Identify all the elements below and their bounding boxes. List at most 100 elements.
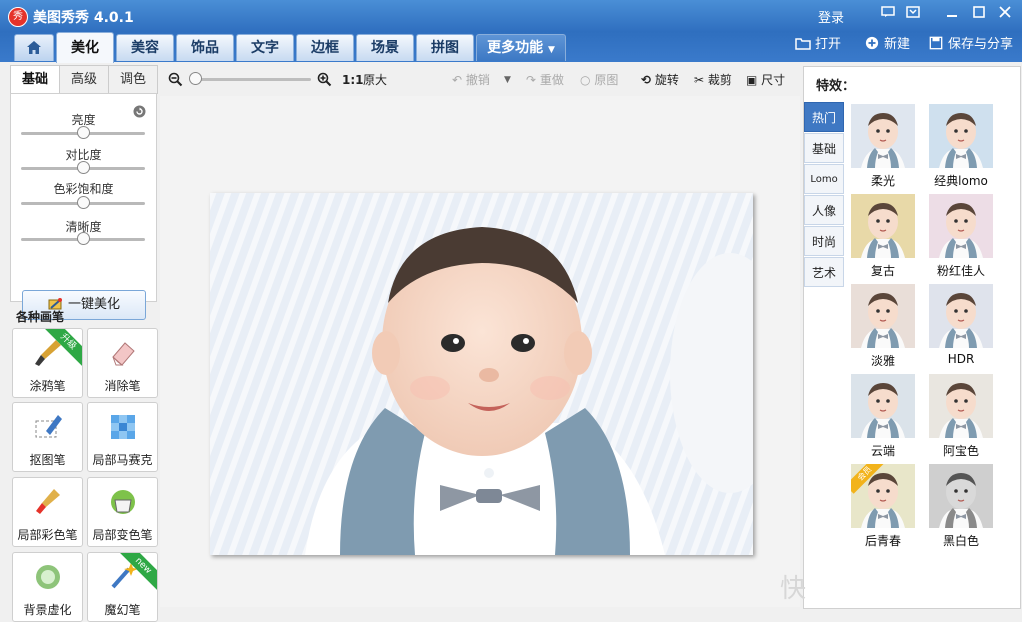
category-hot[interactable]: 热门	[804, 102, 844, 132]
category-basic[interactable]: 基础	[804, 133, 844, 163]
actual-size-ratio[interactable]: 1:1	[342, 72, 364, 88]
effect-label: 柔光	[870, 174, 895, 188]
tool-label: 抠图笔	[29, 453, 66, 467]
tool-label: 消除笔	[104, 379, 141, 393]
resize-button[interactable]: ▣ 尺寸	[746, 72, 785, 88]
undo-label: 撤销	[465, 73, 490, 87]
left-panel: 基础 高级 调色 亮度 对比度 色彩饱和度 清晰度 一键美化 各种画笔 升级 涂…	[10, 65, 158, 622]
tool-local-recolor-pen[interactable]: 局部变色笔	[87, 477, 158, 547]
save-share-button[interactable]: 保存与分享	[928, 36, 1013, 54]
open-button[interactable]: 打开	[795, 36, 841, 54]
rotate-button[interactable]: ⟲ 旋转	[641, 72, 679, 88]
zoom-slider[interactable]	[193, 78, 311, 81]
effect-item[interactable]: 经典lomo	[926, 104, 996, 189]
feedback-icon[interactable]	[878, 6, 898, 24]
tool-label: 涂鸦笔	[29, 379, 66, 393]
original-image-button[interactable]: ○ 原图	[580, 72, 618, 88]
effect-label: 阿宝色	[942, 444, 979, 458]
zoom-slider-knob[interactable]	[189, 72, 202, 85]
category-fashion[interactable]: 时尚	[804, 226, 844, 256]
effects-title: 特效：	[816, 79, 856, 94]
saturation-label: 色彩饱和度	[53, 182, 114, 196]
effect-label: 淡雅	[870, 354, 895, 368]
tab-scene[interactable]: 场景	[356, 34, 414, 61]
tab-text[interactable]: 文字	[236, 34, 294, 61]
category-art[interactable]: 艺术	[804, 257, 844, 287]
tool-local-color-pen[interactable]: 局部彩色笔	[12, 477, 83, 547]
category-lomo[interactable]: Lomo	[804, 164, 844, 194]
tab-more-features[interactable]: 更多功能 ▼	[476, 34, 566, 61]
effect-label: 复古	[870, 264, 895, 278]
login-link[interactable]: 登录	[818, 7, 844, 26]
tool-label: 局部变色笔	[92, 528, 153, 542]
tool-magic-pen[interactable]: new 魔幻笔	[87, 552, 158, 622]
title-bar: 秀 美图秀秀 4.0.1 登录	[0, 0, 1022, 32]
brightness-slider[interactable]	[21, 126, 145, 139]
home-button[interactable]	[14, 34, 54, 61]
effect-item[interactable]: 复古	[848, 194, 918, 279]
tool-eraser-pen[interactable]: 消除笔	[87, 328, 158, 398]
new-label: 新建	[884, 37, 911, 52]
tool-cutout-pen[interactable]: 抠图笔	[12, 402, 83, 472]
effect-item[interactable]: HDR	[926, 284, 996, 366]
tab-face[interactable]: 美容	[116, 34, 174, 61]
resize-icon: ▣	[746, 73, 758, 87]
tab-beautify[interactable]: 美化	[56, 32, 114, 63]
chevron-down-icon: ▼	[547, 45, 555, 55]
effect-item[interactable]: 粉红佳人	[926, 194, 996, 279]
effect-label: 后青春	[864, 534, 901, 548]
undo-dropdown-icon[interactable]: ▼	[504, 72, 511, 88]
save-share-label: 保存与分享	[948, 37, 1014, 52]
slider-knob[interactable]	[77, 126, 90, 139]
close-icon[interactable]	[995, 6, 1015, 24]
contrast-slider[interactable]	[21, 161, 145, 174]
effect-thumbnail	[929, 104, 993, 168]
new-button[interactable]: 新建	[864, 36, 910, 54]
tab-accessories[interactable]: 饰品	[176, 34, 234, 61]
redo-button[interactable]: ↷ 重做	[526, 72, 564, 88]
undo-button[interactable]: ↶ 撤销	[452, 72, 490, 88]
tool-label: 局部马赛克	[92, 453, 153, 467]
tool-label: 背景虚化	[23, 603, 72, 617]
effect-label: 云端	[870, 444, 895, 458]
slider-knob[interactable]	[77, 161, 90, 174]
rotate-label: 旋转	[654, 73, 679, 87]
effect-thumbnail	[851, 194, 915, 258]
adjust-subtabs: 基础 高级 调色	[10, 65, 158, 95]
tab-collage[interactable]: 拼图	[416, 34, 474, 61]
tool-background-blur[interactable]: 背景虚化	[12, 552, 83, 622]
subtab-advanced[interactable]: 高级	[59, 65, 109, 94]
effect-item[interactable]: 柔光	[848, 104, 918, 189]
menu-icon[interactable]	[903, 6, 923, 24]
maximize-icon[interactable]	[969, 6, 989, 24]
actual-size-button[interactable]: 原大	[363, 72, 387, 88]
effect-item[interactable]: 云端	[848, 374, 918, 459]
effect-item[interactable]: 阿宝色	[926, 374, 996, 459]
tool-doodle-pen[interactable]: 升级 涂鸦笔	[12, 328, 83, 398]
plus-circle-icon	[865, 36, 879, 50]
effect-item[interactable]: 会员 后青春	[848, 464, 918, 549]
save-icon	[929, 36, 943, 50]
subtab-color[interactable]: 调色	[108, 65, 158, 94]
effect-item[interactable]: 淡雅	[848, 284, 918, 369]
subtab-basic[interactable]: 基础	[10, 65, 60, 95]
tool-mosaic[interactable]: 局部马赛克	[87, 402, 158, 472]
effect-thumbnail: 会员	[851, 464, 915, 528]
saturation-slider[interactable]	[21, 196, 145, 209]
edited-photo[interactable]	[210, 193, 753, 555]
crop-button[interactable]: ✂ 裁剪	[694, 72, 732, 88]
sharpness-slider[interactable]	[21, 232, 145, 245]
slider-knob[interactable]	[77, 196, 90, 209]
effect-item[interactable]: 黑白色	[926, 464, 996, 549]
category-portrait[interactable]: 人像	[804, 195, 844, 225]
effect-label: 黑白色	[942, 534, 979, 548]
effect-thumbnail	[851, 284, 915, 348]
eraser-icon	[112, 342, 135, 366]
minimize-icon[interactable]	[942, 6, 962, 24]
tool-label: 魔幻笔	[104, 603, 141, 617]
zoom-in-icon[interactable]	[317, 72, 332, 87]
zoom-out-icon[interactable]	[168, 72, 183, 87]
home-icon	[27, 41, 41, 54]
tab-border[interactable]: 边框	[296, 34, 354, 61]
slider-knob[interactable]	[77, 232, 90, 245]
